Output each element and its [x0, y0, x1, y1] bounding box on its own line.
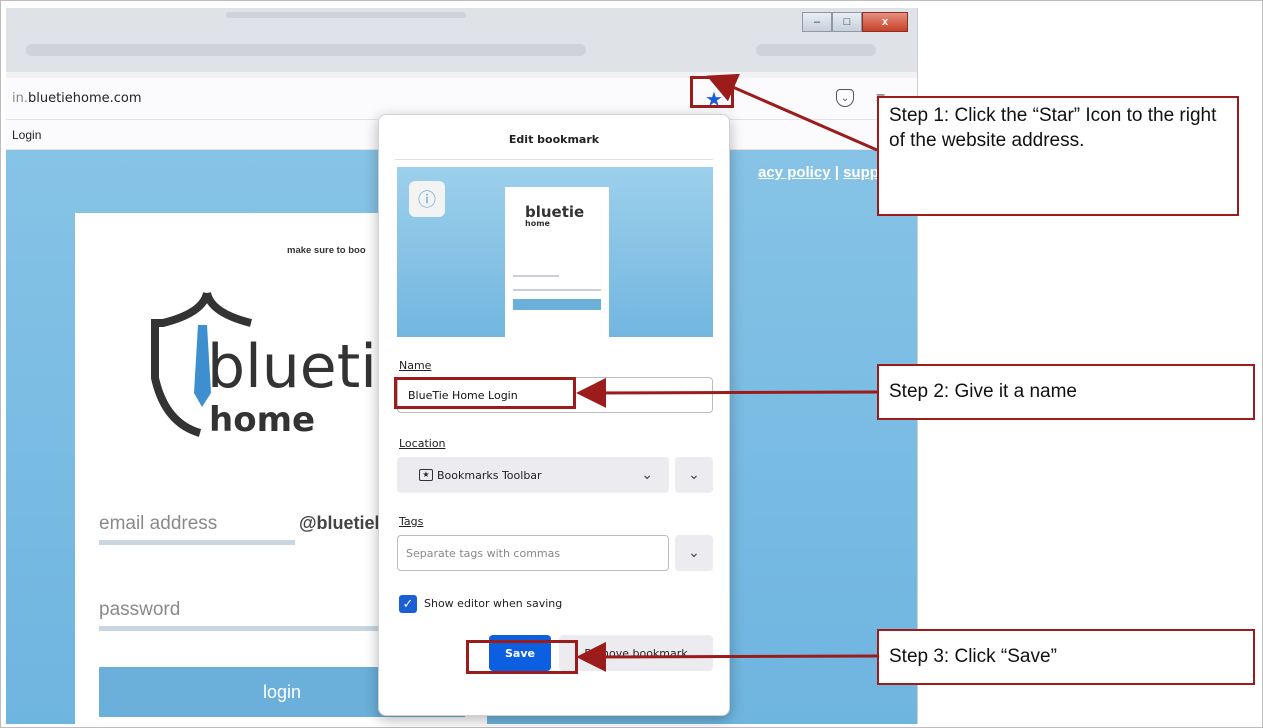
- step2-callout: Step 2: Give it a name: [877, 364, 1255, 420]
- email-domain: @bluetieh: [299, 513, 386, 533]
- star-highlight-box: [690, 76, 734, 108]
- pocket-icon[interactable]: ⌄: [836, 89, 854, 107]
- location-expand-button[interactable]: ⌄: [675, 457, 713, 493]
- step3-callout: Step 3: Click “Save”: [877, 629, 1255, 685]
- preview-login-button: [513, 299, 601, 310]
- show-editor-label: Show editor when saving: [424, 597, 563, 610]
- bluetie-logo: bluetie home: [151, 291, 405, 440]
- blurred-toolbar-icons: [756, 44, 876, 56]
- privacy-policy-link[interactable]: acy policy: [758, 164, 831, 181]
- edit-bookmark-popup: Edit bookmark ⓘ bluetie home Name BlueTie…: [378, 114, 730, 716]
- link-separator: |: [834, 164, 839, 181]
- save-highlight-box: [466, 640, 578, 674]
- email-input[interactable]: email address: [99, 513, 217, 535]
- preview-logo-sub: home: [525, 219, 550, 228]
- bookmark-item-login[interactable]: Login: [12, 128, 41, 142]
- url-prefix: in.: [12, 91, 28, 106]
- bookmark-hint-text: make sure to boo: [287, 245, 366, 256]
- logo-text-main: bluetie: [207, 332, 405, 402]
- location-select[interactable]: ★ Bookmarks Toolbar ⌄: [397, 457, 669, 493]
- url-text[interactable]: in.bluetiehome.com: [12, 91, 142, 106]
- blurred-tab-strip: [26, 44, 586, 56]
- preview-card: bluetie home: [505, 187, 609, 337]
- tags-input[interactable]: Separate tags with commas: [397, 535, 669, 571]
- url-domain: bluetiehome.com: [27, 91, 142, 106]
- tags-label: Tags: [399, 515, 424, 528]
- location-value: Bookmarks Toolbar: [437, 468, 542, 482]
- close-button[interactable]: x: [862, 12, 908, 32]
- password-input[interactable]: password: [99, 599, 180, 621]
- maximize-button[interactable]: □: [832, 12, 862, 32]
- chevron-down-icon: ⌄: [641, 467, 653, 483]
- remove-bookmark-button[interactable]: Remove bookmark: [559, 635, 713, 671]
- logo-text-sub: home: [209, 400, 315, 440]
- blurred-tab: [226, 12, 466, 18]
- site-shield-icon: ⓘ: [409, 181, 445, 217]
- location-label: Location: [399, 437, 446, 450]
- tags-expand-button[interactable]: ⌄: [675, 535, 713, 571]
- email-underline: [99, 540, 295, 545]
- preview-password-line: [513, 289, 601, 291]
- popup-title: Edit bookmark: [508, 133, 600, 146]
- divider: [395, 159, 713, 160]
- step1-callout: Step 1: Click the “Star” Icon to the rig…: [877, 96, 1239, 216]
- minimize-button[interactable]: –: [802, 12, 832, 32]
- show-editor-checkbox[interactable]: ✓: [399, 595, 417, 613]
- page-preview: ⓘ bluetie home: [397, 167, 713, 337]
- name-label: Name: [399, 359, 432, 372]
- bookmarks-toolbar-icon: ★: [419, 469, 433, 481]
- name-highlight-box: [394, 377, 576, 409]
- support-link[interactable]: supp: [843, 164, 879, 181]
- window-controls: – □ x: [802, 12, 908, 32]
- preview-email-line: [513, 275, 559, 277]
- top-links: acy policy | supp: [758, 164, 879, 181]
- preview-logo: bluetie home: [525, 205, 584, 228]
- title-bar: – □ x: [6, 8, 917, 72]
